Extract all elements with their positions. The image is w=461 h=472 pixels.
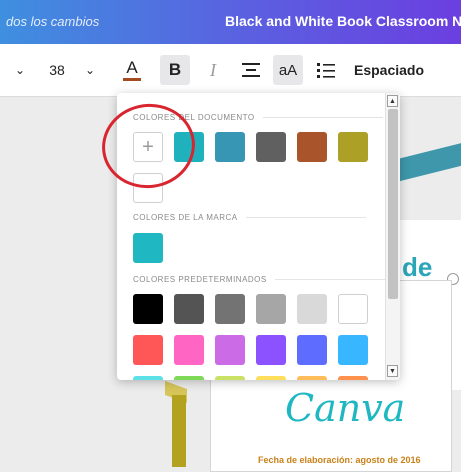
scroll-down-icon[interactable]: ▼ xyxy=(387,365,398,377)
color-swatch-document[interactable] xyxy=(215,132,245,162)
font-size-chevron-icon[interactable]: ⌄ xyxy=(80,44,100,96)
list-icon xyxy=(311,55,341,85)
italic-label: I xyxy=(210,59,216,80)
italic-button[interactable]: I xyxy=(197,44,229,96)
scrollbar-thumb[interactable] xyxy=(388,109,398,299)
design-text-de[interactable]: de xyxy=(402,252,432,283)
color-swatch-document[interactable] xyxy=(256,132,286,162)
align-center-button[interactable] xyxy=(235,44,267,96)
bold-label: B xyxy=(160,55,190,85)
color-swatch-default[interactable] xyxy=(174,294,204,324)
align-center-icon xyxy=(236,55,266,85)
color-swatch-default[interactable] xyxy=(297,294,327,324)
text-color-bar xyxy=(123,78,141,81)
color-swatch-default[interactable] xyxy=(256,376,286,380)
color-swatch-default[interactable] xyxy=(256,294,286,324)
color-swatch-default[interactable] xyxy=(133,294,163,324)
color-swatch-document[interactable] xyxy=(338,132,368,162)
font-size-value[interactable]: 38 xyxy=(44,44,70,96)
letter-case-button[interactable]: aA xyxy=(272,44,304,96)
font-family-dropdown-chevron-icon[interactable]: ⌄ xyxy=(10,44,30,96)
color-swatch-default[interactable] xyxy=(174,376,204,380)
color-swatch-brand[interactable] xyxy=(133,233,163,263)
bold-button[interactable]: B xyxy=(159,44,191,96)
color-swatch-default[interactable] xyxy=(256,335,286,365)
color-swatch-default[interactable] xyxy=(215,335,245,365)
text-color-button[interactable]: A xyxy=(116,44,148,96)
design-book-spine xyxy=(172,395,186,467)
color-swatch-default[interactable] xyxy=(215,294,245,324)
spacing-button[interactable]: Espaciado xyxy=(352,44,426,96)
palette-scrollbar[interactable]: ▲ ▼ xyxy=(385,93,400,380)
color-swatch-document[interactable] xyxy=(297,132,327,162)
color-swatch-default[interactable] xyxy=(338,335,368,365)
text-color-letter: A xyxy=(126,58,138,77)
letter-case-label: aA xyxy=(273,55,303,85)
color-swatch-default[interactable] xyxy=(338,376,368,380)
canva-logo-text[interactable]: Canva xyxy=(285,386,405,430)
brand-colors-label: COLORES DE LA MARCA xyxy=(133,213,366,222)
color-swatch-default[interactable] xyxy=(174,335,204,365)
scroll-up-icon[interactable]: ▲ xyxy=(387,95,398,107)
design-date-text[interactable]: Fecha de elaboración: agosto de 2016 xyxy=(258,455,421,465)
color-swatch-default[interactable] xyxy=(133,376,163,380)
color-swatch-default[interactable] xyxy=(215,376,245,380)
color-swatch-default[interactable] xyxy=(338,294,368,324)
default-colors-label: COLORES PREDETERMINADOS xyxy=(133,275,395,284)
save-status: dos los cambios xyxy=(6,14,100,29)
top-header-bar: dos los cambios Black and White Book Cla… xyxy=(0,0,461,44)
color-swatch-default[interactable] xyxy=(133,335,163,365)
text-color-icon: A xyxy=(117,55,147,85)
document-title[interactable]: Black and White Book Classroom New xyxy=(225,13,461,29)
text-toolbar: ⌄ 38 ⌄ A B I aA Espaciado xyxy=(0,44,461,97)
color-swatch-default[interactable] xyxy=(297,376,327,380)
color-swatch-default[interactable] xyxy=(297,335,327,365)
list-button[interactable] xyxy=(310,44,342,96)
